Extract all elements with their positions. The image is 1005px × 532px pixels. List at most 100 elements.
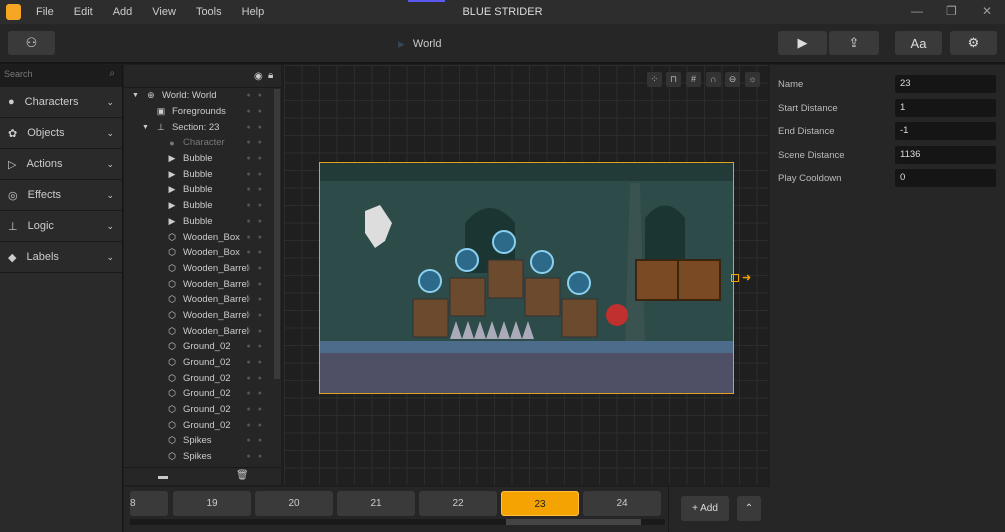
grid-icon[interactable]: # [686,72,701,87]
section-tab-24[interactable]: 24 [583,491,661,516]
visibility-lock-dots[interactable]: ●● [247,234,269,241]
scene-preview[interactable] [319,162,734,394]
bug-icon[interactable]: ☼ [745,72,760,87]
visibility-lock-dots[interactable]: ●● [247,328,269,335]
tree-item[interactable]: ⬡ Wooden_Barrel ●● [124,292,281,308]
section-tab-20[interactable]: 20 [255,491,333,516]
visibility-lock-dots[interactable]: ●● [247,359,269,366]
section-tab-8[interactable]: 8 [130,491,168,516]
tree-item[interactable]: ▶ Bubble ●● [124,151,281,167]
visibility-lock-dots[interactable]: ●● [247,406,269,413]
property-input[interactable]: -1 [895,122,996,140]
tree-item[interactable]: ⬡ Ground_02 ●● [124,417,281,433]
section-tab-21[interactable]: 21 [337,491,415,516]
add-section-button[interactable]: + Add [681,496,729,521]
visibility-lock-dots[interactable]: ●● [247,312,269,319]
tree-item[interactable]: ⬡ Spikes ●● [124,449,281,465]
visibility-lock-dots[interactable]: ●● [247,296,269,303]
visibility-lock-dots[interactable]: ●● [247,124,269,131]
tree-item-label: Section: 23 [171,121,220,133]
visibility-lock-dots[interactable]: ●● [247,390,269,397]
hierarchy-button[interactable]: ⚇ [8,31,55,55]
eye-icon[interactable]: ◉ [254,71,263,82]
tree-item[interactable]: ▼ ⊕ World: World ●● [124,88,281,104]
tree-item[interactable]: ⬡ Wooden_Box ●● [124,229,281,245]
tree-item[interactable]: ⬡ Ground_02 ●● [124,370,281,386]
play-button[interactable]: ▶ [778,31,827,55]
section-tab-19[interactable]: 19 [173,491,251,516]
expand-arrow-icon[interactable]: ▼ [142,124,149,131]
tree-item[interactable]: ⬡ Wooden_Barrel ●● [124,308,281,324]
visibility-lock-dots[interactable]: ●● [247,265,269,272]
sections-scrollbar[interactable] [130,519,665,525]
tree-item[interactable]: ▶ Bubble ●● [124,198,281,214]
folder-icon[interactable]: ▬ [158,471,168,482]
tree-item[interactable]: ⬡ Spikes ●● [124,433,281,449]
category-objects[interactable]: ✿ Objects ⌄ [0,118,122,149]
category-logic[interactable]: ⊥ Logic ⌄ [0,211,122,242]
expand-arrow-icon[interactable]: ▼ [132,92,139,99]
visibility-lock-dots[interactable]: ●● [247,453,269,460]
tree-scrollbar[interactable] [274,89,280,379]
visibility-lock-dots[interactable]: ●● [247,108,269,115]
visibility-lock-dots[interactable]: ●● [247,155,269,162]
visibility-lock-dots[interactable]: ●● [247,218,269,225]
scrollbar-thumb[interactable] [506,519,642,525]
share-icon: ⇪ [848,35,860,50]
visibility-lock-dots[interactable]: ●● [247,139,269,146]
tree-item[interactable]: ⬡ Ground_02 ●● [124,402,281,418]
search-input[interactable]: Search ⌕ [0,65,122,87]
tree-item[interactable]: ⬡ Wooden_Box ●● [124,245,281,261]
font-button[interactable]: Aa [895,31,942,55]
section-tab-22[interactable]: 22 [419,491,497,516]
property-input[interactable]: 23 [895,75,996,93]
bounds-icon[interactable]: ⊖ [725,72,740,87]
tree-item[interactable]: ▶ Bubble ●● [124,214,281,230]
export-button[interactable]: ⇪ [829,31,879,55]
tree-item[interactable]: ⬡ Wooden_Barrel ●● [124,261,281,277]
lock-icon[interactable]: ⊓ [666,72,681,87]
category-actions[interactable]: ▷ Actions ⌄ [0,149,122,180]
group-icon[interactable]: ⁘ [647,72,662,87]
arrow-right-icon[interactable]: ➜ [742,271,751,284]
tree-item[interactable]: ▶ Bubble ●● [124,182,281,198]
visibility-lock-dots[interactable]: ●● [247,186,269,193]
tree-item[interactable]: ⬡ Ground_02 ●● [124,355,281,371]
close-icon[interactable]: ✕ [982,4,992,18]
property-input[interactable]: 0 [895,169,996,187]
tree-item[interactable]: ▣ Foregrounds ●● [124,104,281,120]
minimize-icon[interactable]: — [911,4,923,18]
visibility-lock-dots[interactable]: ●● [247,249,269,256]
restore-icon[interactable]: ❐ [946,4,957,18]
wooden-boxes [635,259,721,301]
breadcrumb-world[interactable]: World [413,38,442,50]
property-input[interactable]: 1 [895,98,996,117]
category-labels[interactable]: ◆ Labels ⌄ [0,242,122,273]
tree-item[interactable]: ⬡ Ground_02 ●● [124,386,281,402]
visibility-lock-dots[interactable]: ●● [247,422,269,429]
category-characters[interactable]: ● Characters ⌄ [0,87,122,118]
section-tab-23[interactable]: 23 [501,491,579,516]
tree-item[interactable]: ● Character ●● [124,135,281,151]
property-input[interactable]: 1136 [895,145,996,164]
visibility-lock-dots[interactable]: ●● [247,343,269,350]
visibility-lock-dots[interactable]: ●● [247,281,269,288]
magnet-icon[interactable]: ∩ [706,72,721,87]
expand-button[interactable]: ⌃ [737,496,761,521]
trash-icon[interactable]: 🗑︎ [236,470,249,481]
ceiling [320,163,733,181]
visibility-lock-dots[interactable]: ●● [247,202,269,209]
tree-item[interactable]: ▶ Bubble ●● [124,166,281,182]
visibility-lock-dots[interactable]: ●● [247,437,269,444]
visibility-lock-dots[interactable]: ●● [247,375,269,382]
settings-button[interactable]: ⚙ [950,31,997,55]
visibility-lock-dots[interactable]: ●● [247,171,269,178]
category-effects[interactable]: ◎ Effects ⌄ [0,180,122,211]
visibility-lock-dots[interactable]: ●● [247,92,269,99]
tree-item[interactable]: ⬡ Wooden_Barrel ●● [124,323,281,339]
tree-item[interactable]: ▼ ⊥ Section: 23 ●● [124,119,281,135]
lock-icon[interactable]: 🔒︎ [268,70,273,81]
scene-resize-handle[interactable] [731,274,739,282]
tree-item[interactable]: ⬡ Ground_02 ●● [124,339,281,355]
tree-item[interactable]: ⬡ Wooden_Barrel ●● [124,276,281,292]
